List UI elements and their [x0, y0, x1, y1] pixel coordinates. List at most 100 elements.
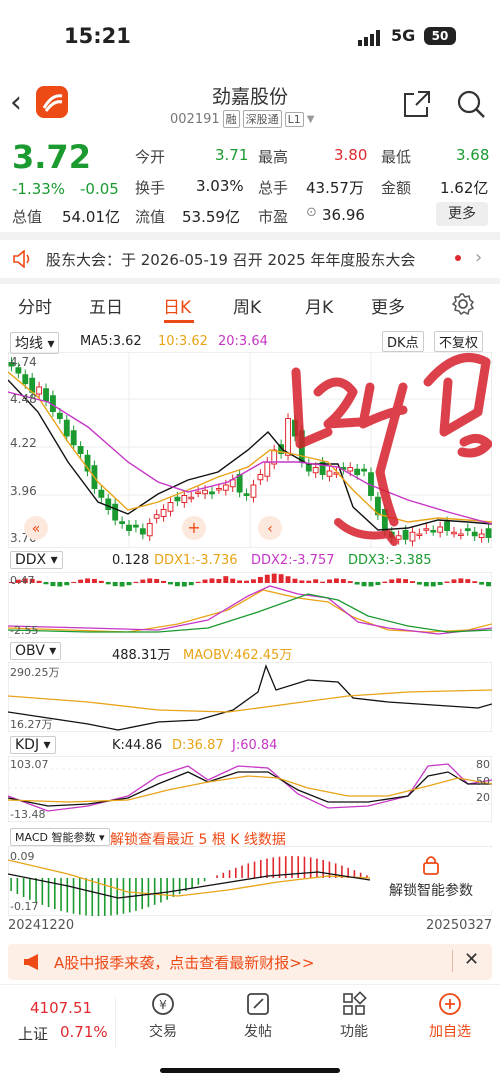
float-label: 流值	[135, 208, 166, 226]
candle-body	[464, 528, 471, 531]
candle-body	[22, 374, 29, 384]
ddx-bar	[375, 582, 381, 586]
ddx-bar	[119, 582, 125, 587]
ddx-bar	[209, 578, 215, 583]
promo-text: A股中报季来袭，点击查看最新财报>>	[54, 954, 315, 972]
kdj-select[interactable]: KDJ ▾	[10, 736, 56, 754]
candle-body	[243, 493, 250, 496]
candle-body	[98, 489, 105, 498]
obv-chart[interactable]: 290.25万 16.27万	[8, 662, 492, 732]
open-value: 3.71	[215, 146, 249, 164]
functions-button[interactable]: 功能	[314, 991, 394, 1041]
ddx-bar	[264, 574, 270, 583]
ddx-bar	[423, 582, 429, 587]
step-left-icon[interactable]: ‹	[258, 516, 282, 540]
obv-ymin: 16.27万	[10, 718, 53, 731]
functions-label: 功能	[340, 1024, 368, 1040]
index-value[interactable]: 4107.51	[30, 999, 92, 1017]
share-icon[interactable]	[402, 89, 432, 119]
candle-body	[354, 468, 361, 475]
handwritten-scribble	[291, 353, 492, 546]
zoom-in-icon[interactable]: +	[182, 516, 206, 540]
dk-point-button[interactable]: DK点	[382, 331, 424, 352]
candle-body	[437, 526, 444, 533]
ddx-bar	[50, 582, 56, 587]
promo-banner[interactable]: A股中报季来袭，点击查看最新财报>> ✕	[8, 944, 492, 980]
macd-select[interactable]: MACD 智能参数 ▾	[10, 828, 110, 846]
ddx1-line	[8, 589, 492, 633]
add-watchlist-button[interactable]: 加自选	[410, 991, 490, 1041]
candle-body	[112, 503, 119, 521]
kline-chart[interactable]: 4.74 4.48 4.22 3.96 3.70 « + ‹	[8, 352, 492, 548]
ddx-bar	[57, 582, 63, 587]
ddx-bar	[354, 582, 360, 585]
candle-body	[132, 524, 139, 528]
obv-value: 488.31万	[112, 648, 171, 663]
edit-icon	[247, 993, 269, 1015]
chevron-down-icon[interactable]: ▼	[307, 114, 315, 125]
ma-select-label: 均线	[15, 336, 43, 352]
index-name: 上证	[18, 1025, 49, 1043]
tab-weekly-k[interactable]: 周K	[233, 293, 261, 318]
chevron-right-icon[interactable]: ›	[475, 247, 482, 268]
scroll-left-icon[interactable]: «	[24, 516, 48, 540]
kdj-j-value: J:60.84	[232, 738, 278, 753]
ddx-bar	[458, 578, 464, 583]
pe-label: 市盈	[258, 208, 289, 226]
tab-more[interactable]: 更多	[371, 293, 405, 318]
ddx-bar	[251, 579, 256, 583]
candle-body	[43, 388, 49, 402]
candle-body	[202, 489, 208, 495]
high-value: 3.80	[334, 146, 368, 164]
trade-icon: ¥	[152, 993, 174, 1015]
trade-button[interactable]: ¥ 交易	[123, 991, 203, 1041]
ddx-bar	[181, 582, 187, 587]
low-value: 3.68	[456, 146, 490, 164]
trade-label: 交易	[149, 1024, 177, 1040]
current-price: 3.72	[12, 138, 91, 176]
y-label-3: 4.22	[10, 436, 37, 450]
candle-body	[56, 412, 63, 419]
tab-intraday[interactable]: 分时	[18, 293, 52, 318]
ddx-bar	[257, 576, 263, 583]
notice-bar[interactable]: 股东大会：于 2026-05-19 召开 2025 年年度股东大会 ›	[0, 240, 500, 278]
maobv-line	[8, 689, 492, 713]
ddx-bar	[416, 582, 422, 585]
ddx-ymin: -2.55	[10, 624, 38, 637]
more-button[interactable]: 更多	[436, 202, 488, 226]
volume-value: 43.57万	[306, 179, 364, 197]
plus-circle-icon	[439, 993, 461, 1015]
unlock-smart-params[interactable]: 解锁智能参数	[370, 848, 492, 910]
candle-body	[36, 386, 43, 395]
ddx-ymax: 0.47	[10, 574, 35, 587]
low-label: 最低	[381, 148, 412, 166]
grid-icon	[343, 991, 367, 1015]
macd-name: MACD 智能参数	[15, 831, 96, 844]
turnover-value: 3.03%	[196, 177, 244, 195]
tab-daily-k[interactable]: 日K	[163, 293, 191, 318]
gear-icon[interactable]	[452, 293, 474, 315]
info-icon[interactable]: ⊙	[306, 205, 317, 220]
kdj-chart[interactable]: 103.07 -13.48 80 50 20	[8, 756, 492, 822]
tab-monthly-k[interactable]: 月K	[305, 293, 333, 318]
candle-body	[451, 531, 457, 535]
obv-line	[8, 664, 492, 731]
ddx-bar	[361, 582, 367, 587]
ddx-select[interactable]: DDX ▾	[10, 551, 63, 569]
ddx-bar	[389, 579, 395, 583]
search-icon[interactable]	[456, 89, 486, 119]
obv-select[interactable]: OBV ▾	[10, 642, 62, 660]
ddx-bar	[347, 581, 353, 583]
status-bar: 15:21 5G 50	[0, 0, 500, 72]
ddx-chart[interactable]: 0.47 -2.55	[8, 572, 492, 638]
close-icon[interactable]: ✕	[464, 949, 479, 970]
high-label: 最高	[258, 148, 289, 166]
tab-five-day[interactable]: 五日	[89, 293, 123, 318]
adjust-button[interactable]: 不复权	[434, 331, 484, 352]
y-label-2: 4.48	[10, 392, 37, 406]
ddx-bar	[479, 582, 485, 585]
post-button[interactable]: 发帖	[218, 991, 298, 1041]
ddx-bar	[188, 582, 194, 586]
ma-select[interactable]: 均线 ▾	[10, 332, 60, 354]
obv-ymax: 290.25万	[10, 666, 60, 679]
